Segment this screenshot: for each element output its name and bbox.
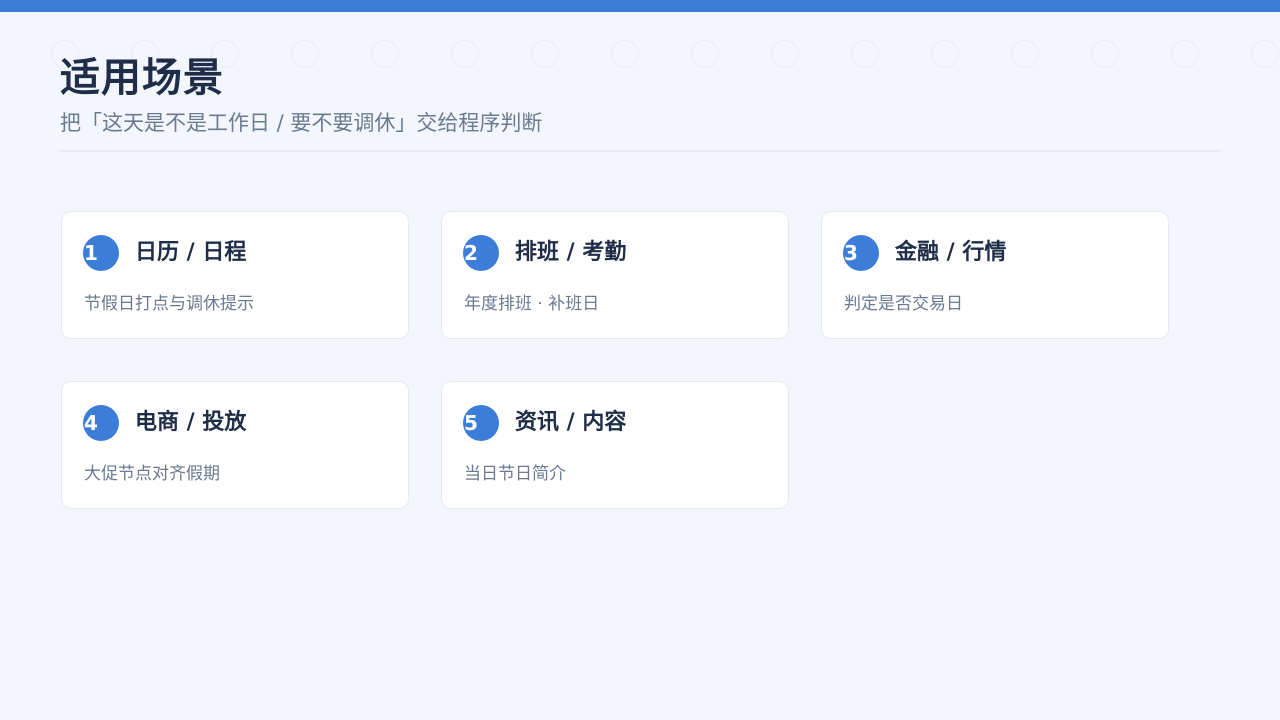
card-number-badge: 4 (83, 405, 119, 441)
scenario-card-finance: 3 金融 / 行情 判定是否交易日 (821, 211, 1169, 339)
card-title: 日历 / 日程 (135, 240, 247, 265)
page-header: 适用场景 把「这天是不是工作日 / 要不要调休」交给程序判断 (60, 52, 1220, 138)
card-title: 资讯 / 内容 (515, 410, 627, 435)
card-description: 年度排班 · 补班日 (464, 294, 600, 314)
top-accent-bar (0, 0, 1280, 12)
page-title: 适用场景 (60, 55, 224, 101)
card-description: 大促节点对齐假期 (84, 464, 220, 484)
card-title: 排班 / 考勤 (515, 240, 627, 265)
scenario-card-calendar: 1 日历 / 日程 节假日打点与调休提示 (61, 211, 409, 339)
header-divider (60, 150, 1220, 152)
page-subtitle: 把「这天是不是工作日 / 要不要调休」交给程序判断 (60, 111, 543, 135)
card-description: 节假日打点与调休提示 (84, 294, 254, 314)
card-number-badge: 2 (463, 235, 499, 271)
card-description: 当日节日简介 (464, 464, 566, 484)
card-number-badge: 3 (843, 235, 879, 271)
card-number-badge: 5 (463, 405, 499, 441)
card-number-badge: 1 (83, 235, 119, 271)
card-title: 电商 / 投放 (135, 410, 247, 435)
card-title: 金融 / 行情 (895, 240, 1007, 265)
scenario-card-ecommerce: 4 电商 / 投放 大促节点对齐假期 (61, 381, 409, 509)
scenario-card-scheduling: 2 排班 / 考勤 年度排班 · 补班日 (441, 211, 789, 339)
scenario-card-news: 5 资讯 / 内容 当日节日简介 (441, 381, 789, 509)
card-description: 判定是否交易日 (844, 294, 963, 314)
decor-circle (1251, 40, 1279, 68)
